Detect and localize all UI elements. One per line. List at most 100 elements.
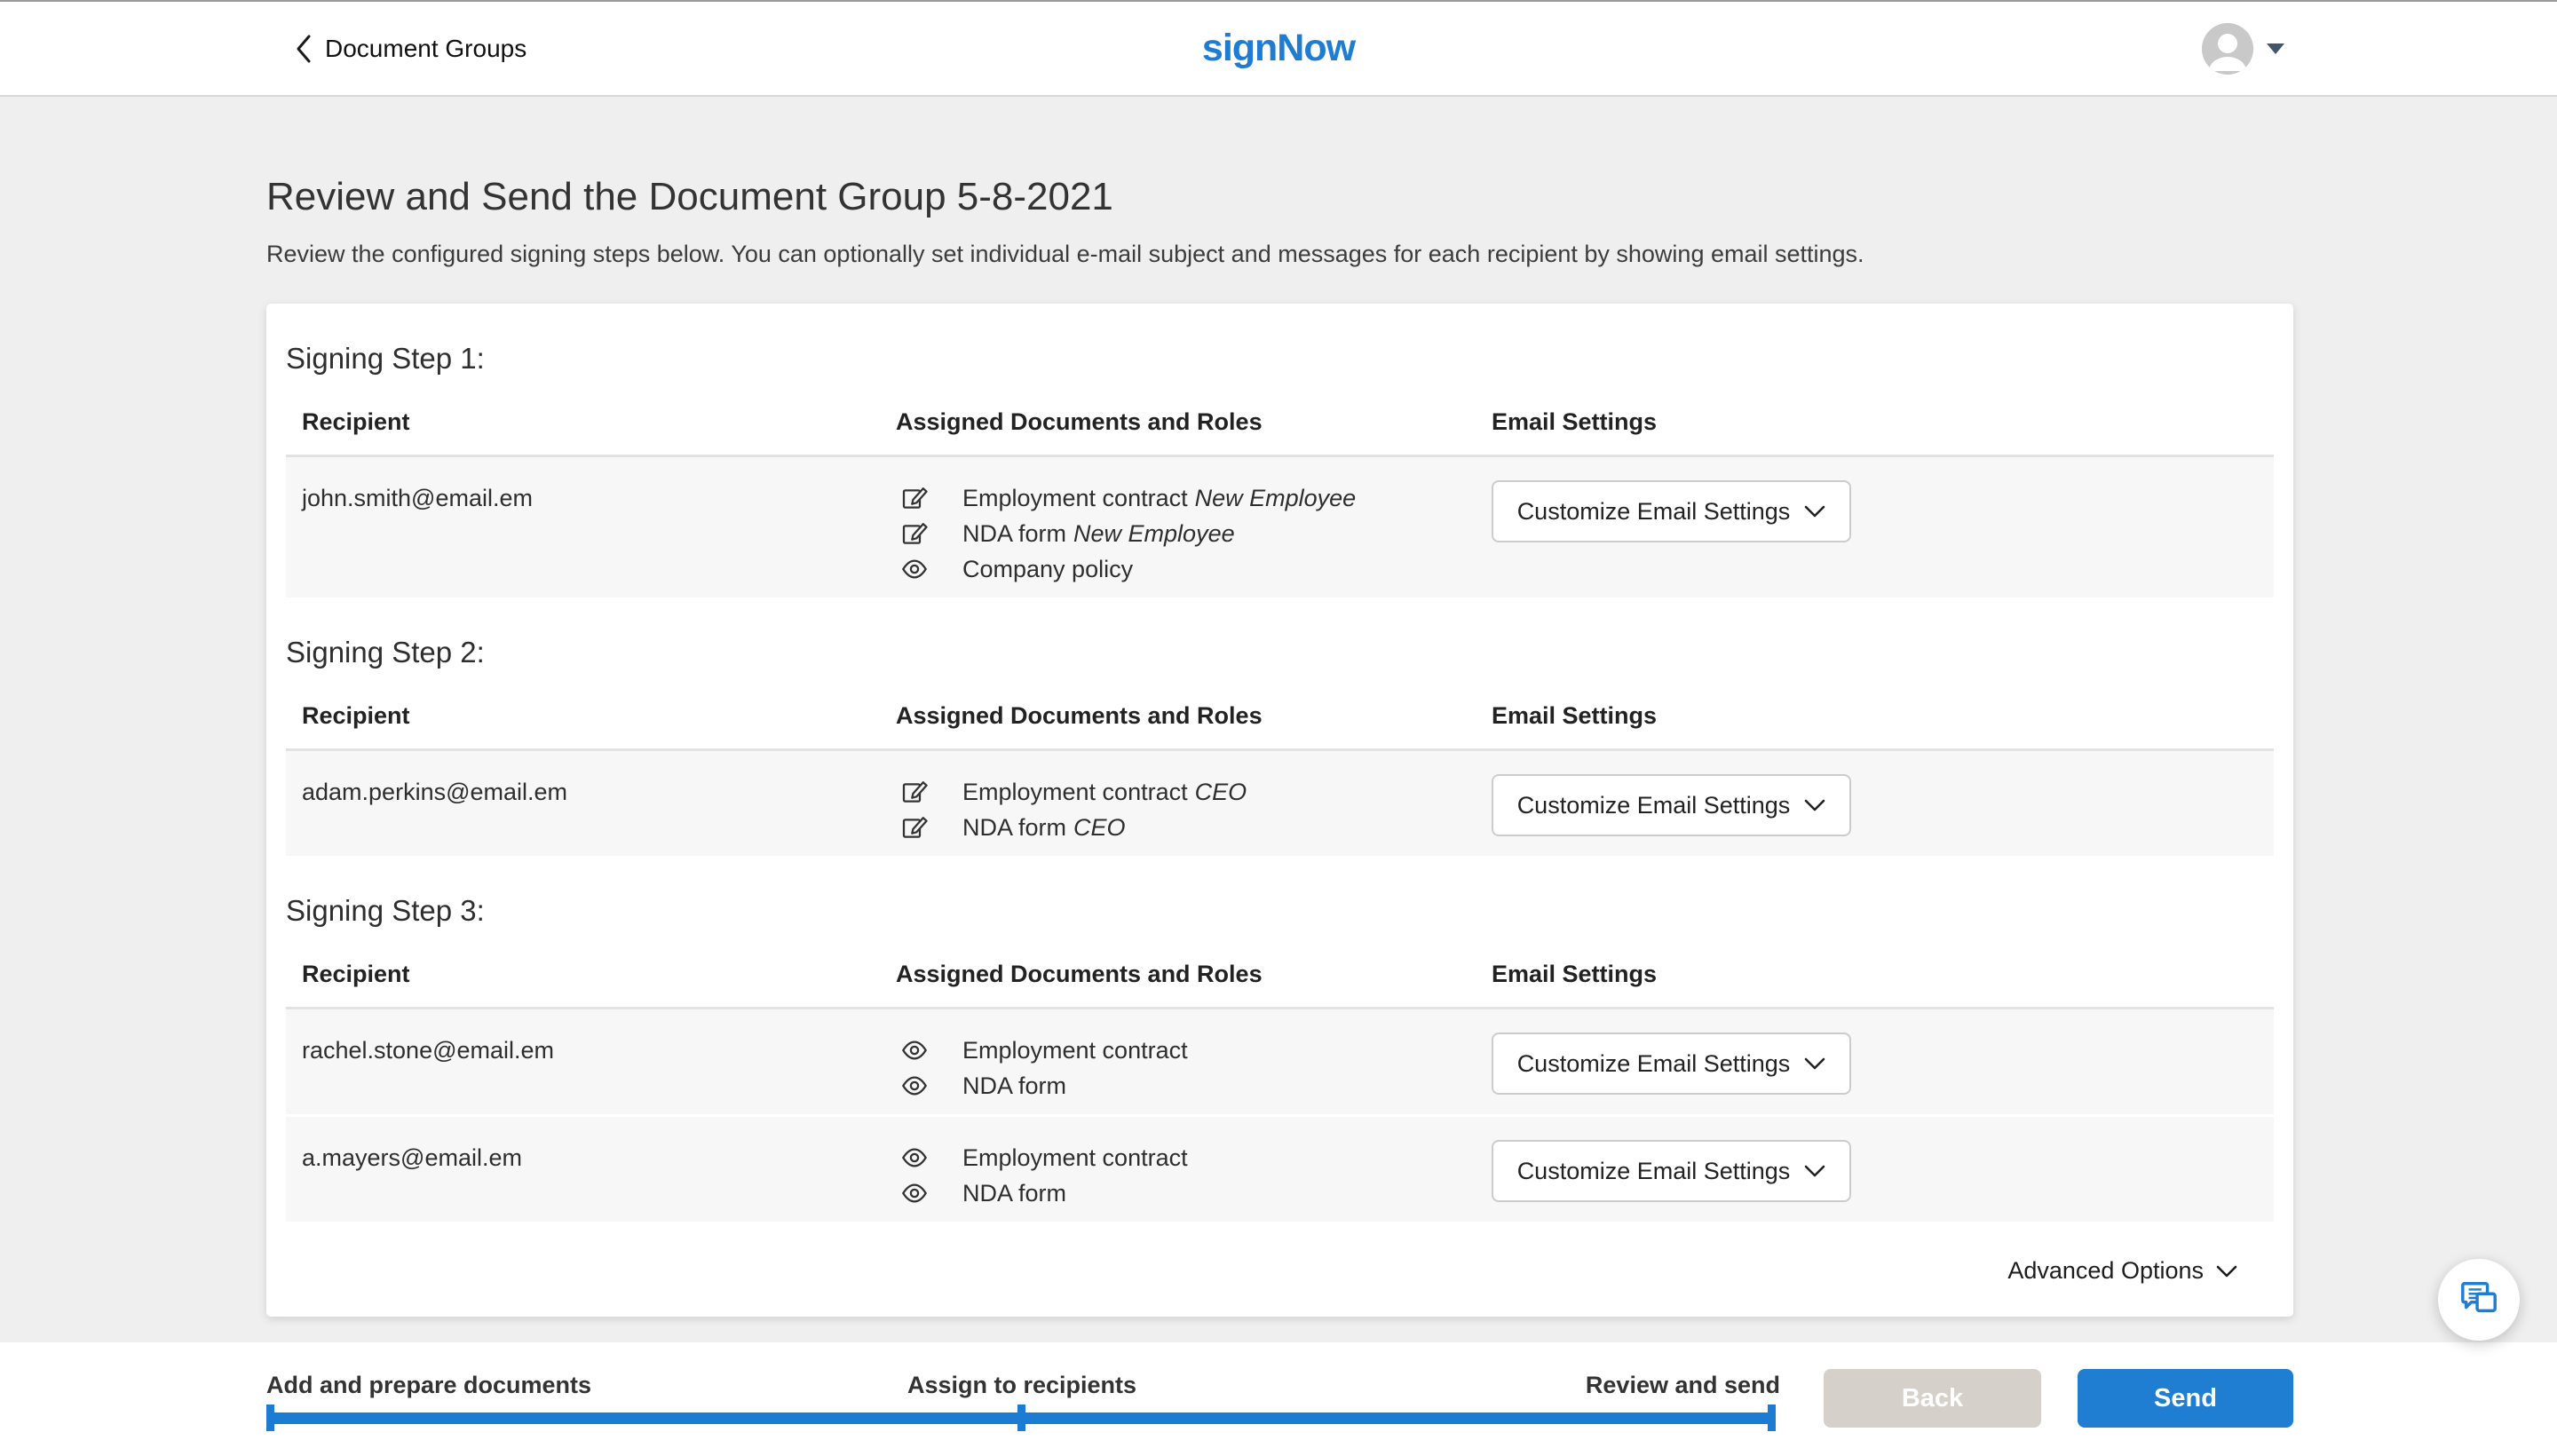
table-header-row: Recipient Assigned Documents and Roles E… — [286, 700, 2274, 751]
edit-icon — [900, 484, 929, 512]
signing-steps: Signing Step 1: Recipient Assigned Docum… — [286, 304, 2274, 1222]
table-row: a.mayers@email.em Employment contract NDA… — [286, 1114, 2274, 1222]
recipient-email: rachel.stone@email.em — [302, 1037, 554, 1064]
eye-icon — [900, 1072, 929, 1100]
page-title: Review and Send the Document Group 5-8-2… — [266, 175, 1113, 219]
signing-step-title: Signing Step 2: — [286, 633, 2274, 672]
document-item: NDA form — [896, 1175, 1492, 1211]
table-header-row: Recipient Assigned Documents and Roles E… — [286, 959, 2274, 1009]
edit-icon — [900, 519, 929, 548]
back-to-document-groups-link[interactable]: Document Groups — [295, 2, 526, 95]
customize-email-settings-label: Customize Email Settings — [1517, 1050, 1791, 1078]
back-button[interactable]: Back — [1824, 1369, 2041, 1428]
chevron-down-icon — [1804, 799, 1825, 811]
signing-step-section: Signing Step 1: Recipient Assigned Docum… — [286, 304, 2274, 597]
document-item: NDA formNew Employee — [896, 516, 1492, 551]
column-header-email-settings: Email Settings — [1492, 700, 2274, 731]
column-header-email-settings: Email Settings — [1492, 959, 2274, 989]
assigned-documents-list: Employment contract NDA form — [896, 1033, 1492, 1104]
assigned-documents-list: Employment contractCEONDA formCEO — [896, 774, 1492, 845]
account-menu[interactable] — [2202, 2, 2285, 95]
back-link-label: Document Groups — [325, 35, 526, 63]
progress-step-assign-to-recipients: Assign to recipients — [907, 1372, 1136, 1399]
eye-icon — [900, 1143, 929, 1172]
table-row: rachel.stone@email.em Employment contrac… — [286, 1009, 2274, 1114]
chat-bubbles-icon — [2458, 1278, 2499, 1322]
eye-icon — [900, 1179, 929, 1207]
support-chat-button[interactable] — [2438, 1259, 2520, 1341]
progress-step-review-and-send: Review and send — [1586, 1372, 1780, 1399]
document-name: NDA form — [962, 814, 1066, 842]
assigned-documents-list: Employment contract New Employee NDA formN… — [896, 480, 1492, 587]
signnow-logo: signNow — [1202, 2, 1355, 95]
document-name: NDA form — [962, 1180, 1066, 1207]
caret-down-icon[interactable] — [2266, 43, 2285, 55]
document-item: Employment contract — [896, 1140, 1492, 1175]
document-name: Employment contract — [962, 1144, 1188, 1172]
table-rows: john.smith@email.em Employment contract N… — [286, 457, 2274, 597]
recipient-email: john.smith@email.em — [302, 485, 533, 511]
edit-icon — [900, 813, 929, 842]
recipient-email: adam.perkins@email.em — [302, 779, 567, 805]
advanced-options-toggle[interactable]: Advanced Options — [286, 1257, 2274, 1285]
signing-step-section: Signing Step 3: Recipient Assigned Docum… — [286, 856, 2274, 1222]
customize-email-settings-label: Customize Email Settings — [1517, 498, 1791, 526]
document-role: CEO — [1195, 779, 1247, 806]
signing-step-title: Signing Step 1: — [286, 339, 2274, 378]
table-header-row: Recipient Assigned Documents and Roles E… — [286, 407, 2274, 457]
document-item: NDA form — [896, 1068, 1492, 1104]
chevron-down-icon — [2216, 1265, 2237, 1278]
progress-tick-end — [1768, 1405, 1776, 1431]
document-item: NDA formCEO — [896, 810, 1492, 845]
footer-bar: Add and prepare documents Assign to reci… — [0, 1342, 2557, 1456]
table-row: john.smith@email.em Employment contract N… — [286, 457, 2274, 597]
customize-email-settings-button[interactable]: Customize Email Settings — [1492, 1140, 1851, 1202]
document-role: New Employee — [1195, 485, 1357, 512]
customize-email-settings-label: Customize Email Settings — [1517, 1158, 1791, 1185]
chevron-down-icon — [1804, 1165, 1825, 1177]
page-body: Review and Send the Document Group 5-8-2… — [0, 97, 2557, 1342]
signing-step-section: Signing Step 2: Recipient Assigned Docum… — [286, 597, 2274, 856]
document-item: Employment contract CEO — [896, 774, 1492, 810]
progress-step-add-and-prepare: Add and prepare documents — [266, 1372, 591, 1399]
chevron-left-icon — [295, 34, 313, 64]
table-rows: rachel.stone@email.em Employment contrac… — [286, 1009, 2274, 1222]
document-name: Employment contract — [962, 779, 1188, 806]
recipient-email: a.mayers@email.em — [302, 1144, 522, 1171]
customize-email-settings-button[interactable]: Customize Email Settings — [1492, 774, 1851, 836]
column-header-documents: Assigned Documents and Roles — [896, 407, 1492, 437]
advanced-options-label: Advanced Options — [2007, 1257, 2204, 1285]
chevron-down-icon — [1804, 1057, 1825, 1070]
table-row: adam.perkins@email.em Employment contrac… — [286, 751, 2274, 856]
document-role: CEO — [1073, 814, 1126, 842]
customize-email-settings-button[interactable]: Customize Email Settings — [1492, 480, 1851, 542]
column-header-documents: Assigned Documents and Roles — [896, 959, 1492, 989]
signing-steps-card: Signing Step 1: Recipient Assigned Docum… — [266, 304, 2293, 1317]
edit-icon — [900, 778, 929, 806]
column-header-recipient: Recipient — [286, 407, 896, 437]
top-bar: Document Groups signNow — [0, 0, 2557, 97]
progress-tick-start — [266, 1405, 274, 1431]
column-header-documents: Assigned Documents and Roles — [896, 700, 1492, 731]
table-rows: adam.perkins@email.em Employment contrac… — [286, 751, 2274, 856]
eye-icon — [900, 555, 929, 583]
send-button[interactable]: Send — [2078, 1369, 2293, 1428]
column-header-recipient: Recipient — [286, 700, 896, 731]
page-subtitle: Review the configured signing steps belo… — [266, 241, 1864, 268]
document-item: Company policy — [896, 551, 1492, 587]
eye-icon — [900, 1036, 929, 1064]
chevron-down-icon — [1804, 505, 1825, 518]
assigned-documents-list: Employment contract NDA form — [896, 1140, 1492, 1211]
document-name: NDA form — [962, 520, 1066, 548]
column-header-recipient: Recipient — [286, 959, 896, 989]
customize-email-settings-button[interactable]: Customize Email Settings — [1492, 1033, 1851, 1095]
signing-step-title: Signing Step 3: — [286, 891, 2274, 930]
user-avatar-icon[interactable] — [2202, 23, 2253, 75]
customize-email-settings-label: Customize Email Settings — [1517, 792, 1791, 819]
document-name: Employment contract — [962, 1037, 1188, 1064]
document-item: Employment contract New Employee — [896, 480, 1492, 516]
document-name: Employment contract — [962, 485, 1188, 512]
document-name: NDA form — [962, 1072, 1066, 1100]
column-header-email-settings: Email Settings — [1492, 407, 2274, 437]
document-name: Company policy — [962, 556, 1133, 583]
